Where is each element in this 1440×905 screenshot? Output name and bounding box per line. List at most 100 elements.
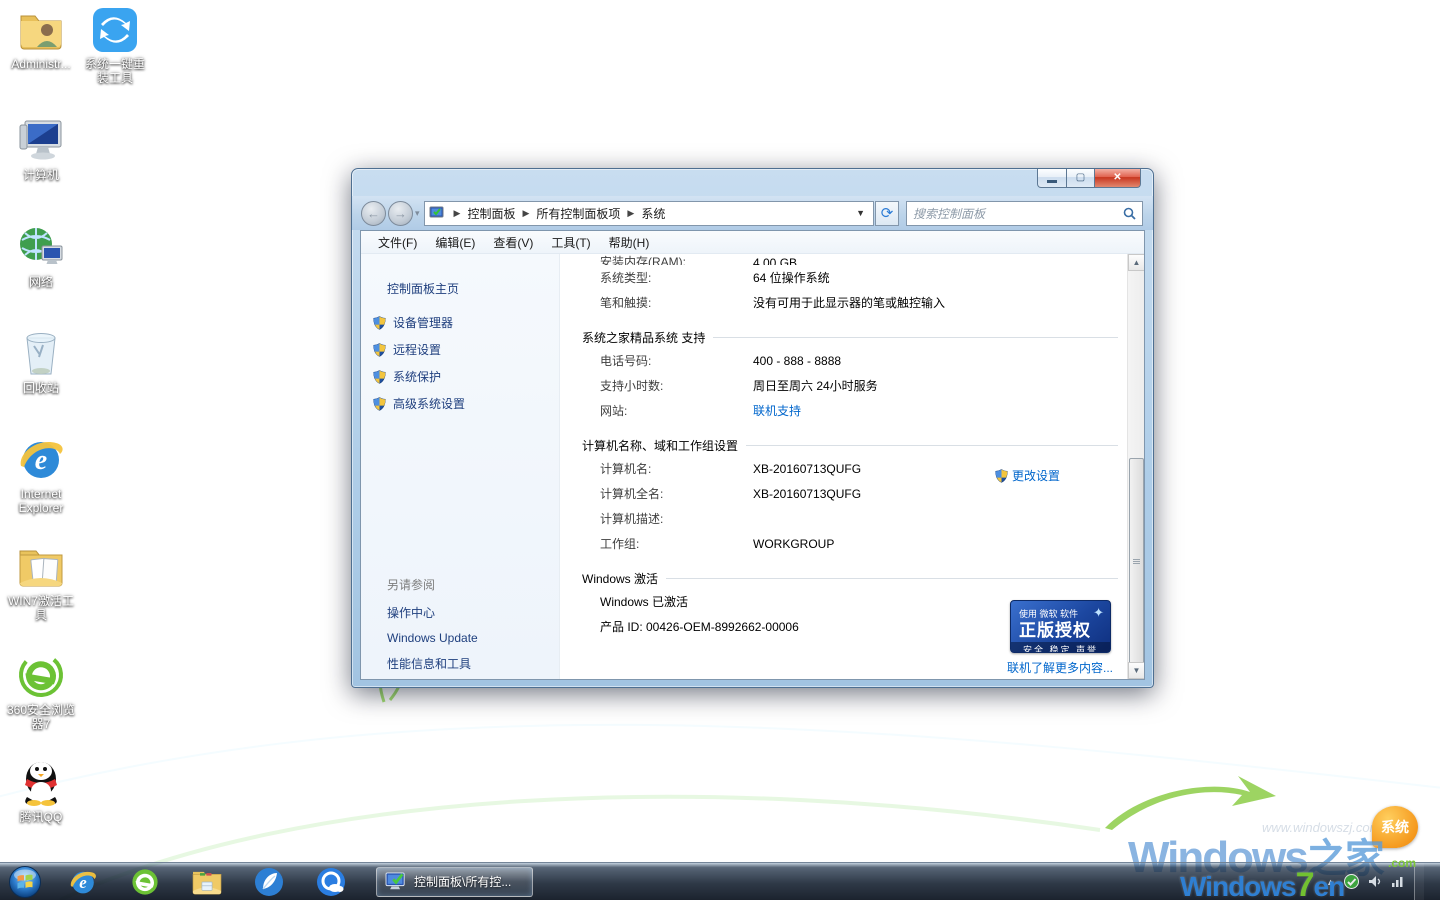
address-dropdown-icon[interactable]: ▼ — [852, 208, 869, 218]
sidebar-task-link[interactable]: 远程设置 — [361, 336, 559, 363]
sidebar-tasks: 设备管理器 远程设置 — [361, 309, 559, 417]
taskbar-explorer-icon[interactable] — [186, 866, 228, 898]
system-task-icon — [385, 872, 407, 892]
genuine-microsoft-badge: 使用 微软 软件✦ 正版授权 安全 稳定 声誉 — [1010, 600, 1111, 653]
scroll-down-arrow[interactable]: ▼ — [1128, 662, 1144, 679]
support-section: 系统之家精品系统 支持 电话号码: 400 - 888 - 8888 — [582, 326, 1144, 423]
back-button[interactable]: ← — [361, 201, 386, 226]
desktop-icon-label: 360安全浏览 器7 — [2, 703, 80, 731]
info-row: 支持小时数: 周日至周六 24小时服务 — [582, 373, 1144, 398]
refresh-button[interactable]: ⟳ — [875, 201, 899, 226]
desktop-icon-recycle-bin[interactable]: 回收站 — [2, 326, 80, 395]
taskbar-360-browser-icon[interactable] — [124, 866, 166, 898]
uac-shield-icon — [373, 316, 386, 330]
info-row: 网站: 联机支持 — [582, 398, 1144, 423]
info-label: 电话号码: — [600, 352, 753, 369]
see-also-link[interactable]: 性能信息和工具 — [361, 650, 559, 677]
close-icon: ✕ — [1113, 173, 1121, 183]
info-value[interactable]: 400 - 888 - 8888 — [753, 354, 841, 368]
scroll-up-arrow[interactable]: ▲ — [1128, 254, 1144, 271]
reinstall-tool-icon — [91, 6, 139, 54]
info-row: 电话号码: 400 - 888 - 8888 — [582, 348, 1144, 373]
change-settings-link[interactable]: 更改设置 — [995, 467, 1060, 484]
sidebar-task-label: 高级系统设置 — [393, 395, 465, 412]
maximize-icon: ▢ — [1076, 173, 1085, 183]
address-bar[interactable]: ▶控制面板▶所有控制面板项▶系统 ▼ — [424, 201, 874, 226]
breadcrumb-item[interactable]: 系统 — [641, 205, 665, 222]
sidebar-task-link[interactable]: 设备管理器 — [361, 309, 559, 336]
genuine-star-icon: ✦ — [1093, 605, 1104, 621]
menu-item[interactable]: 文件(F) — [369, 231, 426, 254]
taskbar-task-button-control-panel[interactable]: 控制面板\所有控... — [376, 867, 533, 897]
maximize-button[interactable]: ▢ — [1067, 169, 1095, 188]
info-value: 4.00 GB — [753, 256, 797, 265]
network-tray-icon[interactable] — [1391, 875, 1405, 888]
sidebar-item-control-panel-home[interactable]: 控制面板主页 — [361, 276, 559, 301]
info-label: 工作组: — [600, 535, 753, 552]
action-center-check-icon[interactable] — [1344, 874, 1359, 889]
search-box[interactable]: 搜索控制面板 — [906, 201, 1143, 226]
navigation-bar: ← → ▾ ▶控制面板▶所有控制面板项▶系统 ▼ ⟳ 搜索控制面板 — [352, 196, 1153, 230]
desktop-icon-network[interactable]: 网络 — [2, 222, 80, 289]
system-info-rows: 安装内存(RAM): 4.00 GB 系统类型: 64 位操作系统 笔和触摸: … — [582, 254, 1144, 315]
breadcrumb-arrow-icon: ▶ — [454, 208, 461, 219]
info-label: 计算机描述: — [600, 510, 753, 527]
info-row: 系统类型: 64 位操作系统 — [582, 265, 1144, 290]
info-label: 笔和触摸: — [600, 294, 753, 311]
menu-item[interactable]: 工具(T) — [542, 231, 599, 254]
desktop-icon-label: 系统一键重 装工具 — [76, 57, 154, 85]
taskbar-qq-browser-icon[interactable] — [310, 866, 352, 898]
breadcrumb-item[interactable]: 控制面板 — [467, 205, 515, 222]
scrollbar-thumb[interactable] — [1129, 458, 1144, 666]
learn-more-link[interactable]: 联机了解更多内容... — [1007, 659, 1113, 676]
info-value: 64 位操作系统 — [753, 269, 830, 286]
menu-item[interactable]: 帮助(H) — [600, 231, 659, 254]
uac-shield-icon — [373, 343, 386, 357]
forward-button[interactable]: → — [388, 201, 413, 226]
vertical-scrollbar[interactable]: ▲ ▼ — [1127, 254, 1144, 679]
info-row: 计算机全名: XB-20160713QUFG — [582, 481, 1144, 506]
minimize-icon: ▬ — [1047, 176, 1057, 186]
breadcrumb-arrow-icon: ▶ — [627, 208, 634, 219]
recent-pages-chevron-icon[interactable]: ▾ — [415, 208, 420, 219]
computer-icon — [16, 115, 66, 165]
info-value[interactable]: 联机支持 — [753, 402, 801, 419]
volume-icon[interactable] — [1368, 875, 1382, 888]
desktop-icon-reinstall-tool[interactable]: 系统一键重 装工具 — [76, 6, 154, 85]
minimize-button[interactable]: ▬ — [1037, 169, 1067, 188]
window-titlebar[interactable]: ▬ ▢ ✕ — [352, 169, 1153, 196]
desktop-icon-tencent-qq[interactable]: 腾讯QQ — [2, 757, 80, 824]
sidebar: 控制面板主页 设备管理器 — [361, 254, 560, 679]
breadcrumb-item[interactable]: 所有控制面板项 — [536, 205, 620, 222]
desktop-icon-win7-activator[interactable]: WIN7激活工 具 — [2, 543, 80, 622]
taskbar-ie-icon[interactable]: e — [62, 866, 104, 898]
recycle-bin-icon — [17, 326, 65, 378]
desktop-icon-360-browser[interactable]: 360安全浏览 器7 — [2, 650, 80, 731]
desktop-icon-label: WIN7激活工 具 — [2, 594, 80, 622]
desktop-icon-computer[interactable]: 计算机 — [2, 115, 80, 182]
section-rule — [746, 445, 1118, 446]
info-value[interactable]: 周日至周六 24小时服务 — [753, 377, 878, 394]
sidebar-task-link[interactable]: 系统保护 — [361, 363, 559, 390]
close-button[interactable]: ✕ — [1095, 169, 1141, 188]
desktop-icon-label: Administr... — [2, 57, 80, 71]
menu-item[interactable]: 编辑(E) — [426, 231, 484, 254]
start-button[interactable] — [6, 865, 44, 899]
desktop-icon-label: 腾讯QQ — [2, 810, 80, 824]
360-browser-icon — [16, 650, 66, 700]
info-value: XB-20160713QUFG — [753, 487, 861, 501]
desktop-icon-internet-explorer[interactable]: e Internet Explorer — [2, 434, 80, 515]
info-row: 安装内存(RAM): 4.00 GB — [582, 254, 1144, 265]
computer-section-title: 计算机名称、域和工作组设置 — [582, 437, 738, 454]
taskbar-feather-browser-icon[interactable] — [248, 866, 290, 898]
section-rule — [713, 337, 1118, 338]
network-icon — [16, 222, 66, 272]
see-also-link[interactable]: 操作中心 — [361, 599, 559, 626]
info-label: 计算机全名: — [600, 485, 753, 502]
menu-item[interactable]: 查看(V) — [484, 231, 542, 254]
taskbar-watermark: Windows7en — [1180, 866, 1344, 905]
sidebar-task-link[interactable]: 高级系统设置 — [361, 390, 559, 417]
info-value: XB-20160713QUFG — [753, 462, 861, 476]
see-also-link[interactable]: Windows Update — [361, 626, 559, 650]
desktop-icon-administrator[interactable]: Administr... — [2, 6, 80, 71]
